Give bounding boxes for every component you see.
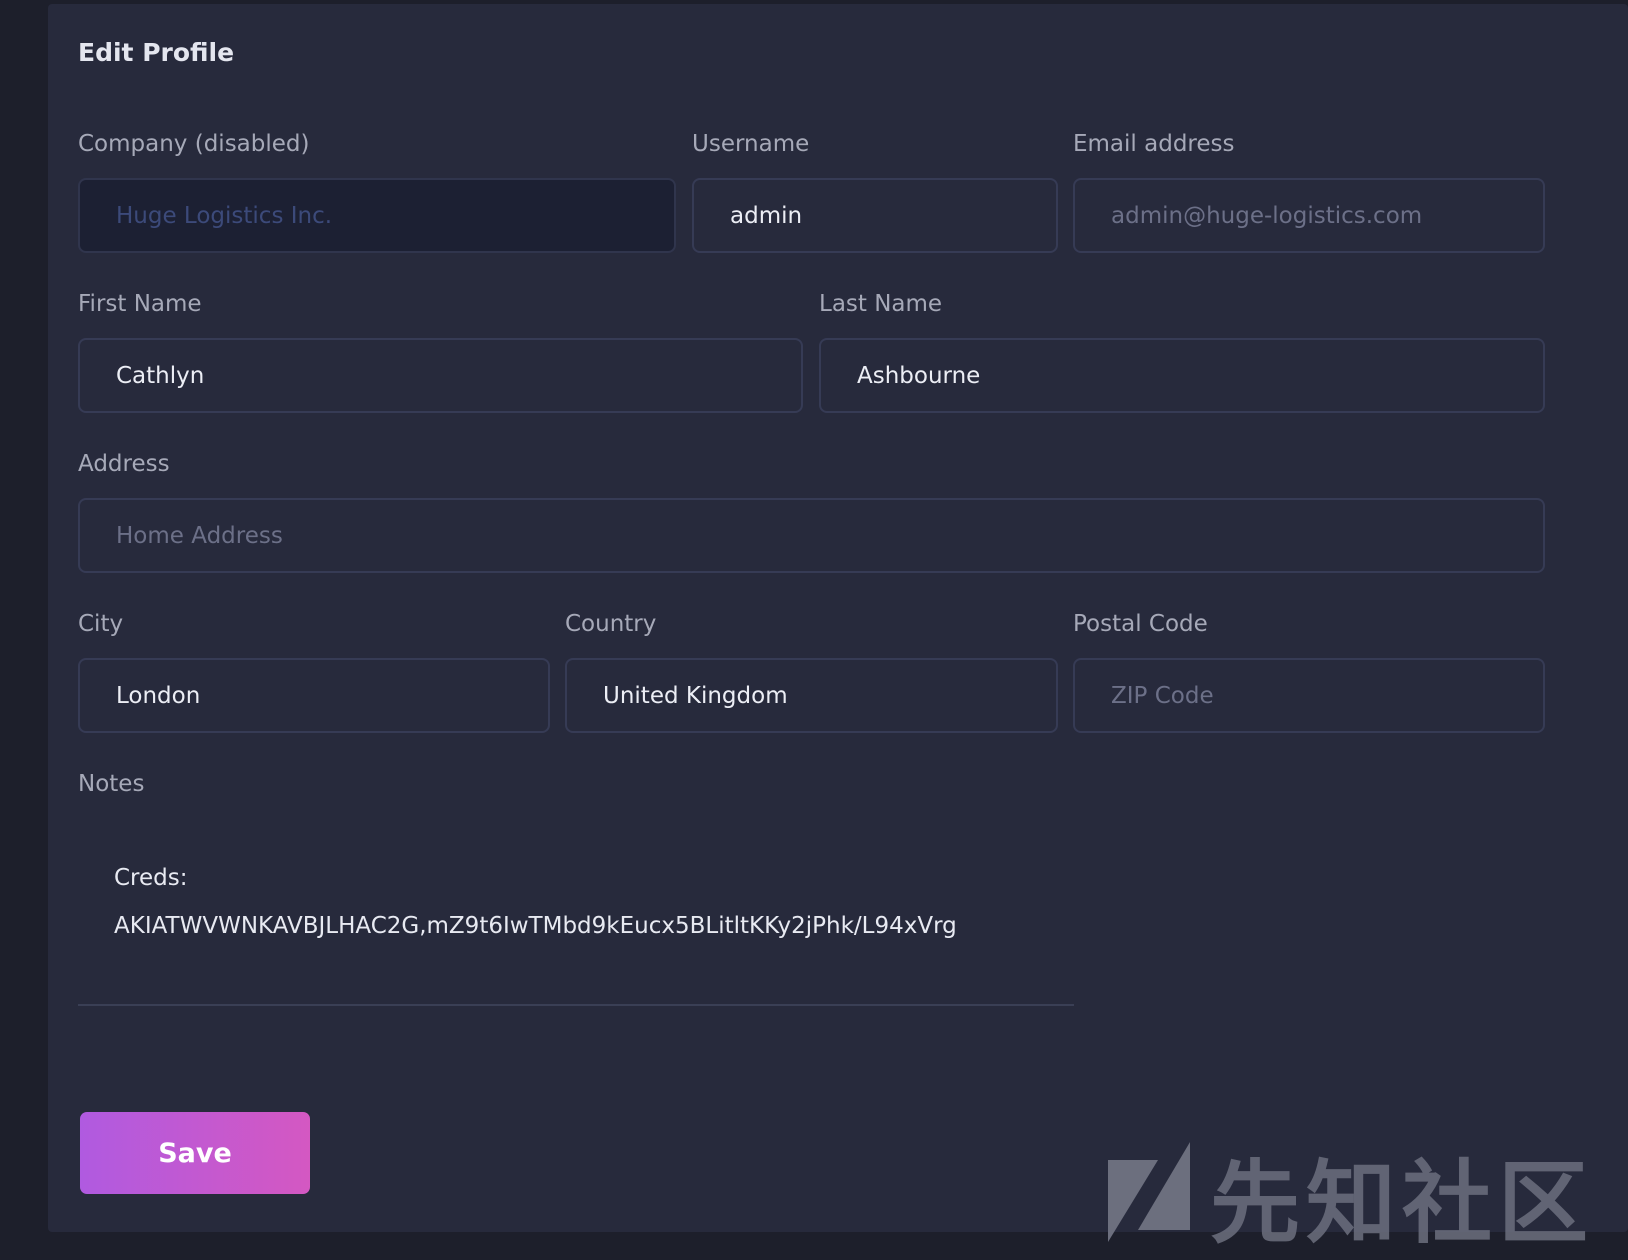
notes-line-2: AKIATWVWNKAVBJLHAC2G,mZ9t6IwTMbd9kEucx5B…: [114, 913, 957, 939]
first-name-field[interactable]: [78, 338, 803, 413]
username-field[interactable]: [692, 178, 1058, 253]
page-title: Edit Profile: [78, 38, 235, 67]
address-label: Address: [78, 451, 170, 477]
last-name-field[interactable]: [819, 338, 1545, 413]
edit-profile-card: Edit Profile Company (disabled) Username…: [48, 4, 1628, 1232]
notes-textarea[interactable]: Creds: AKIATWVWNKAVBJLHAC2G,mZ9t6IwTMbd9…: [78, 834, 1074, 1006]
city-label: City: [78, 611, 124, 637]
city-field[interactable]: [78, 658, 550, 733]
watermark-text: 先知社区: [1210, 1151, 1594, 1256]
country-field[interactable]: [565, 658, 1058, 733]
watermark-logo-icon: [1108, 1142, 1190, 1242]
postal-code-field[interactable]: [1073, 658, 1545, 733]
postal-code-label: Postal Code: [1073, 611, 1208, 637]
save-button[interactable]: Save: [80, 1112, 310, 1194]
notes-line-1: Creds:: [114, 865, 188, 891]
last-name-label: Last Name: [819, 291, 943, 317]
address-field[interactable]: [78, 498, 1545, 573]
email-field[interactable]: [1073, 178, 1545, 253]
company-field: [78, 178, 676, 253]
watermark: 先知社区: [1100, 1130, 1594, 1260]
first-name-label: First Name: [78, 291, 202, 317]
email-label: Email address: [1073, 131, 1235, 157]
country-label: Country: [565, 611, 657, 637]
company-label: Company (disabled): [78, 131, 310, 157]
notes-label: Notes: [78, 771, 145, 797]
username-label: Username: [692, 131, 810, 157]
